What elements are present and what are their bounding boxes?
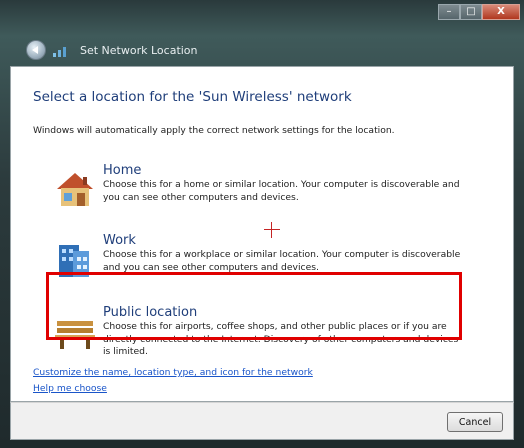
customize-network-link[interactable]: Customize the name, location type, and i… [33,367,313,378]
highlight-box [46,272,462,340]
network-icon [53,47,66,57]
option-home[interactable]: Home Choose this for a home or similar l… [53,163,483,211]
option-home-description: Choose this for a home or similar locati… [103,179,460,203]
option-home-title: Home [103,163,142,178]
window-frame: – □ X Set Network Location Select a loca… [0,0,524,448]
maximize-button[interactable]: □ [460,4,482,20]
option-work-description: Choose this for a workplace or similar l… [103,249,461,273]
back-button[interactable] [26,40,46,60]
cancel-button[interactable]: Cancel [447,412,503,432]
crosshair-cursor-icon [264,222,280,238]
dialog-footer: Cancel [10,402,514,440]
help-me-choose-link[interactable]: Help me choose [33,383,107,394]
title-bar: – □ X Set Network Location [0,0,524,60]
minimize-button[interactable]: – [438,4,460,20]
window-title: Set Network Location [80,44,198,57]
option-work-title: Work [103,233,136,248]
page-subtext: Windows will automatically apply the cor… [33,125,395,136]
window-controls: – □ X [438,4,520,20]
home-icon [57,173,93,206]
page-heading: Select a location for the 'Sun Wireless'… [33,89,352,105]
close-button[interactable]: X [482,4,520,20]
content-panel: Select a location for the 'Sun Wireless'… [10,66,514,402]
